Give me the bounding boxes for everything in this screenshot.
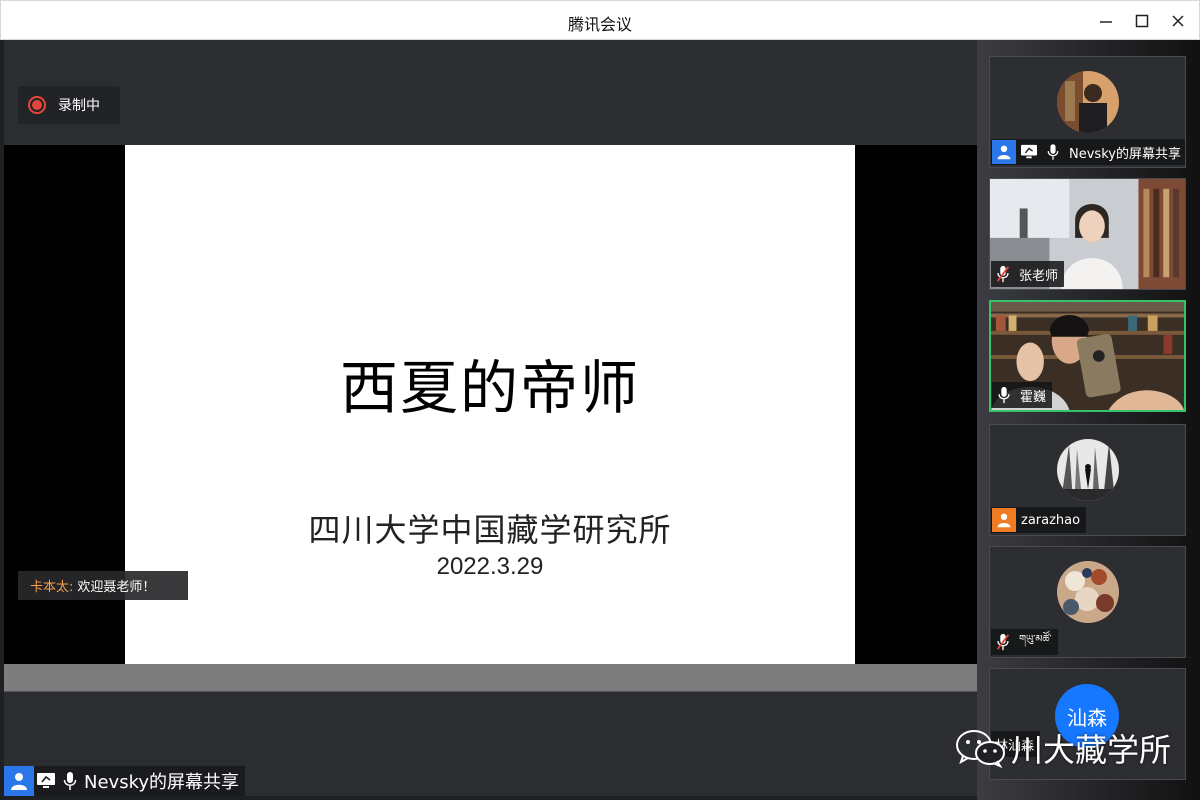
participant-name: zarazhao	[1021, 512, 1081, 528]
mic-muted-icon	[991, 261, 1015, 287]
participant-tile[interactable]: Nevsky的屏幕共享	[989, 56, 1186, 168]
wechat-icon	[956, 730, 1005, 768]
close-button[interactable]	[1163, 7, 1193, 35]
participant-label: གཡུ་མཚོ་	[991, 629, 1058, 655]
user-icon	[4, 766, 34, 796]
participant-tile[interactable]: གཡུ་མཚོ་	[989, 546, 1186, 658]
participant-name: གཡུ་མཚོ་	[1019, 634, 1052, 645]
minimize-button[interactable]	[1091, 7, 1121, 35]
avatar	[1057, 561, 1119, 623]
title-bar: 腾讯会议	[0, 0, 1200, 40]
slide-subtitle: 四川大学中国藏学研究所	[308, 511, 672, 549]
recording-label: 录制中	[58, 98, 100, 114]
recording-indicator[interactable]: 录制中	[18, 86, 120, 124]
maximize-button[interactable]	[1127, 7, 1157, 35]
participant-label: 霍巍	[992, 382, 1053, 408]
share-label: Nevsky的屏幕共享	[84, 772, 240, 793]
participant-tile[interactable]: zarazhao	[989, 424, 1186, 536]
slide-date: 2022.3.29	[436, 553, 544, 580]
screen-share-icon	[1017, 139, 1041, 165]
participant-label: zarazhao	[991, 507, 1087, 533]
slide-title: 西夏的帝师	[339, 354, 640, 422]
minimize-icon	[1100, 21, 1112, 23]
mic-muted-icon	[991, 629, 1015, 655]
participant-label: 张老师	[991, 261, 1065, 287]
maximize-icon	[1135, 14, 1149, 28]
screen-share-icon	[34, 766, 58, 796]
chat-message: 欢迎聂老师！	[77, 580, 156, 595]
mic-icon	[1041, 139, 1065, 165]
horizontal-scrollbar[interactable]	[4, 664, 977, 692]
active-speaker-label: Nevsky的屏幕共享	[4, 766, 246, 796]
chat-bubble: 卡本太: 欢迎聂老师！	[18, 571, 188, 600]
mic-icon	[58, 766, 82, 796]
presentation-slide: 西夏的帝师 四川大学中国藏学研究所 2022.3.29	[125, 145, 855, 664]
avatar	[1057, 71, 1119, 133]
participant-label: Nevsky的屏幕共享	[991, 139, 1185, 165]
window-title: 腾讯会议	[567, 15, 632, 34]
user-icon	[992, 140, 1016, 164]
chat-sender: 卡本太:	[30, 580, 74, 595]
main-stage: 录制中 西夏的帝师 四川大学中国藏学研究所 2022.3.29 卡本太: 欢迎聂…	[4, 40, 977, 796]
close-icon	[1172, 15, 1184, 27]
watermark-text: 川大藏学所	[1011, 731, 1172, 769]
participant-name: Nevsky的屏幕共享	[1069, 146, 1181, 162]
participant-tile-active[interactable]: 霍巍	[989, 300, 1186, 412]
participant-name: 张老师	[1019, 268, 1059, 284]
watermark: 川大藏学所	[955, 725, 1171, 771]
participant-tile[interactable]: 张老师	[989, 178, 1186, 290]
user-orange-icon	[992, 508, 1016, 532]
participant-name: 霍巍	[1020, 389, 1047, 405]
record-icon	[28, 96, 46, 114]
avatar	[1057, 439, 1119, 501]
mic-icon	[992, 382, 1016, 408]
